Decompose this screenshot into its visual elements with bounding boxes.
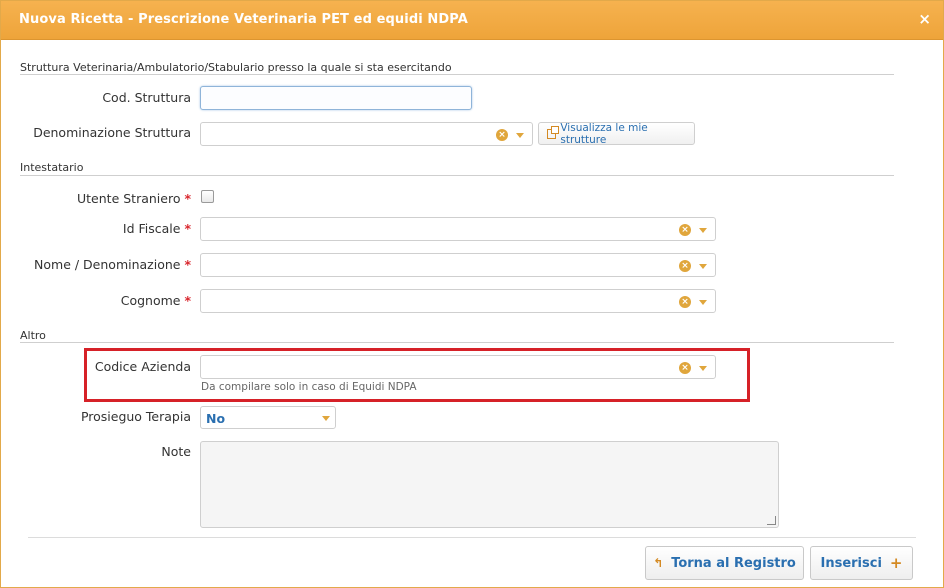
section-intestatario-title: Intestatario (20, 161, 84, 174)
torna-al-registro-button[interactable]: ↰ Torna al Registro (645, 546, 804, 580)
codice-azienda-label: Codice Azienda (94, 359, 191, 374)
denominazione-struttura-label: Denominazione Struttura (33, 125, 191, 140)
cod-struttura-label: Cod. Struttura (102, 90, 191, 105)
back-arrow-icon: ↰ (653, 556, 664, 570)
clear-icon[interactable]: × (679, 260, 691, 272)
prosieguo-terapia-select[interactable]: No (200, 406, 336, 429)
prosieguo-terapia-label: Prosieguo Terapia (80, 409, 191, 424)
visualizza-strutture-label: Visualizza le mie strutture (560, 121, 648, 146)
section-divider (20, 175, 894, 176)
note-textarea[interactable] (200, 441, 779, 528)
chevron-down-icon[interactable] (516, 132, 524, 138)
section-struttura-title: Struttura Veterinaria/Ambulatorio/Stabul… (20, 61, 452, 74)
new-prescription-dialog: Nuova Ricetta - Prescrizione Veterinaria… (0, 0, 944, 588)
close-icon[interactable]: × (918, 10, 931, 28)
chevron-down-icon[interactable] (699, 263, 707, 269)
chevron-down-icon[interactable] (699, 299, 707, 305)
clear-icon[interactable]: × (496, 129, 508, 141)
prosieguo-terapia-value: No (206, 411, 226, 426)
dialog-title: Nuova Ricetta - Prescrizione Veterinaria… (19, 12, 468, 27)
section-divider (20, 342, 894, 343)
torna-al-registro-label: Torna al Registro (671, 555, 796, 571)
clear-icon[interactable]: × (679, 362, 691, 374)
codice-azienda-combobox[interactable]: × (200, 355, 716, 379)
id-fiscale-label: Id Fiscale * (122, 221, 191, 236)
utente-straniero-label: Utente Straniero * (77, 191, 191, 206)
clear-icon[interactable]: × (679, 224, 691, 236)
note-label: Note (161, 444, 191, 459)
resize-grip-icon[interactable] (767, 516, 776, 525)
nome-denominazione-combobox[interactable]: × (200, 253, 716, 277)
footer-divider (28, 537, 916, 538)
id-fiscale-combobox[interactable]: × (200, 217, 716, 241)
inserisci-button[interactable]: Inserisci + (810, 546, 913, 580)
plus-icon: + (889, 554, 903, 572)
chevron-down-icon[interactable] (699, 227, 707, 233)
denominazione-struttura-combobox[interactable]: × (200, 122, 533, 146)
nome-denominazione-label: Nome / Denominazione * (34, 257, 191, 272)
external-window-icon (547, 125, 560, 139)
inserisci-label: Inserisci (820, 555, 882, 571)
cod-struttura-input[interactable] (200, 86, 472, 110)
section-divider (20, 74, 894, 75)
dialog-titlebar: Nuova Ricetta - Prescrizione Veterinaria… (1, 1, 943, 40)
cognome-label: Cognome * (120, 293, 191, 308)
cognome-combobox[interactable]: × (200, 289, 716, 313)
chevron-down-icon[interactable] (699, 365, 707, 371)
clear-icon[interactable]: × (679, 296, 691, 308)
visualizza-strutture-button[interactable]: Visualizza le mie strutture (538, 121, 695, 146)
chevron-down-icon (322, 416, 330, 421)
utente-straniero-checkbox[interactable] (201, 190, 214, 203)
section-altro-title: Altro (20, 329, 46, 342)
codice-azienda-hint: Da compilare solo in caso di Equidi NDPA (201, 381, 417, 393)
